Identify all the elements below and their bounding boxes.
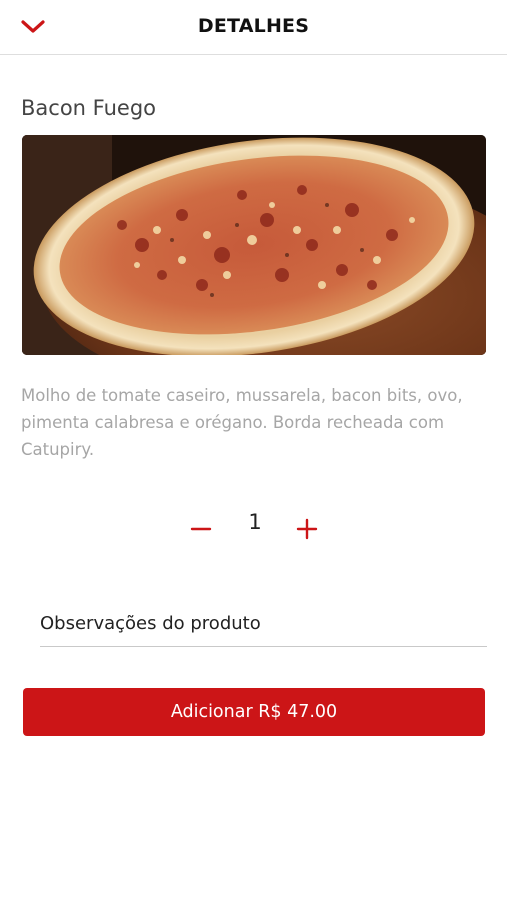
add-to-cart-button[interactable]: Adicionar R$ 47.00 xyxy=(23,688,485,736)
page-title: DETALHES xyxy=(197,15,310,37)
product-notes-input[interactable] xyxy=(40,600,487,647)
app-header: DETALHES xyxy=(0,0,507,55)
plus-icon[interactable] xyxy=(294,514,320,540)
product-image xyxy=(22,135,486,355)
product-description: Molho de tomate caseiro, mussarela, baco… xyxy=(21,386,463,459)
quantity-stepper: 1 xyxy=(0,508,507,548)
quantity-value: 1 xyxy=(248,510,262,534)
minus-icon[interactable] xyxy=(188,514,214,540)
product-name: Bacon Fuego xyxy=(21,96,156,120)
